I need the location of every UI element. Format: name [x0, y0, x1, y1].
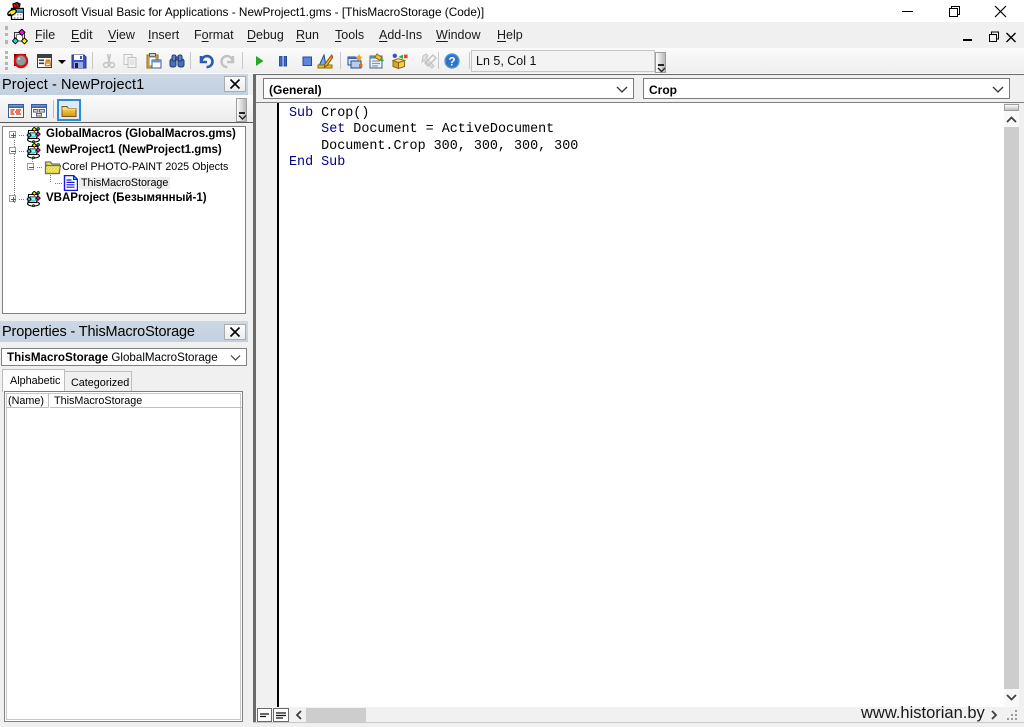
- svg-text:?: ?: [448, 56, 455, 68]
